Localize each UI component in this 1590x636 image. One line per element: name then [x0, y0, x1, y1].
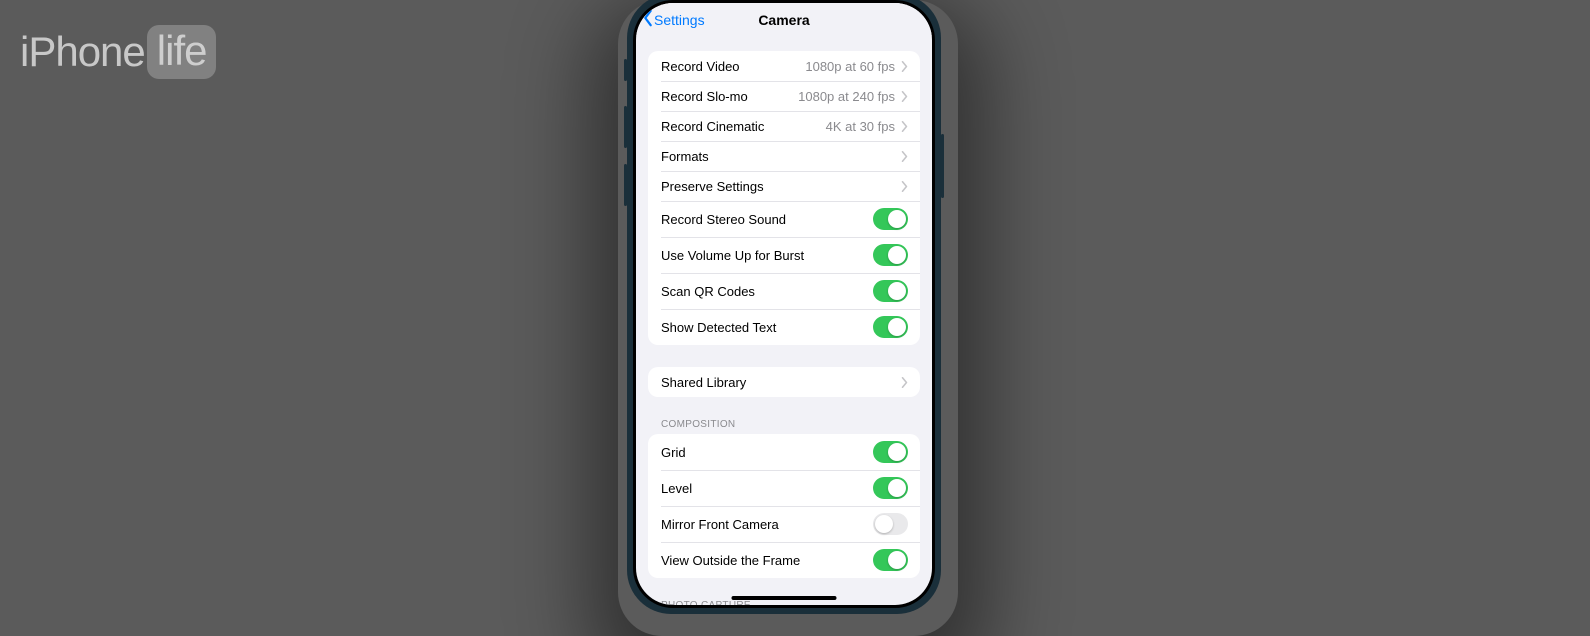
row-label: Formats	[661, 149, 709, 164]
row-right: 1080p at 240 fps	[798, 89, 908, 104]
home-indicator[interactable]	[732, 596, 837, 600]
settings-row[interactable]: Scan QR Codes	[648, 273, 920, 309]
row-right	[901, 377, 908, 388]
row-label: Shared Library	[661, 375, 746, 390]
row-label: Record Stereo Sound	[661, 212, 786, 227]
chevron-right-icon	[901, 61, 908, 72]
settings-row[interactable]: Use Volume Up for Burst	[648, 237, 920, 273]
chevron-right-icon	[901, 377, 908, 388]
settings-group-composition: Grid Level Mirror Front Camera View Outside…	[648, 434, 920, 578]
settings-row[interactable]: Formats	[648, 141, 920, 171]
settings-row[interactable]: Level	[648, 470, 920, 506]
settings-row[interactable]: Preserve Settings	[648, 171, 920, 201]
settings-group-library: Shared Library	[648, 367, 920, 397]
row-right	[873, 244, 908, 266]
brand-logo: iPhonelife	[20, 25, 216, 79]
row-right	[901, 181, 908, 192]
chevron-right-icon	[901, 151, 908, 162]
row-label: Show Detected Text	[661, 320, 776, 335]
phone-bezel: Settings Camera Record Video 1080p at 60 …	[633, 0, 935, 608]
row-right	[873, 441, 908, 463]
volume-down-button	[624, 164, 627, 206]
section-header-composition: COMPOSITION	[661, 419, 907, 430]
settings-group-recording: Record Video 1080p at 60 fps Record Slo-mo…	[648, 51, 920, 345]
section-header-photo-capture: PHOTO CAPTURE	[661, 600, 907, 605]
settings-content: Record Video 1080p at 60 fps Record Slo-mo…	[636, 36, 932, 605]
row-right	[873, 280, 908, 302]
row-label: View Outside the Frame	[661, 553, 800, 568]
logo-suffix: life	[147, 25, 217, 79]
row-label: Record Video	[661, 59, 740, 74]
chevron-right-icon	[901, 91, 908, 102]
settings-row[interactable]: Grid	[648, 434, 920, 470]
back-button[interactable]: Settings	[642, 9, 705, 30]
row-right: 1080p at 60 fps	[805, 59, 908, 74]
row-right: 4K at 30 fps	[826, 119, 908, 134]
toggle-switch[interactable]	[873, 477, 908, 499]
row-right	[873, 513, 908, 535]
row-right	[873, 477, 908, 499]
toggle-switch[interactable]	[873, 244, 908, 266]
settings-row[interactable]: Record Stereo Sound	[648, 201, 920, 237]
toggle-switch[interactable]	[873, 280, 908, 302]
settings-row[interactable]: Record Video 1080p at 60 fps	[648, 51, 920, 81]
settings-row[interactable]: Show Detected Text	[648, 309, 920, 345]
row-right	[901, 151, 908, 162]
row-label: Scan QR Codes	[661, 284, 755, 299]
row-label: Grid	[661, 445, 686, 460]
toggle-knob	[888, 443, 906, 461]
settings-row[interactable]: Shared Library	[648, 367, 920, 397]
chevron-right-icon	[901, 121, 908, 132]
row-value: 1080p at 240 fps	[798, 89, 895, 104]
navigation-bar: Settings Camera	[636, 3, 932, 36]
row-right	[873, 549, 908, 571]
row-label: Record Cinematic	[661, 119, 764, 134]
chevron-left-icon	[642, 9, 654, 30]
settings-row[interactable]: Record Slo-mo 1080p at 240 fps	[648, 81, 920, 111]
row-right	[873, 316, 908, 338]
toggle-switch[interactable]	[873, 208, 908, 230]
row-value: 1080p at 60 fps	[805, 59, 895, 74]
row-value: 4K at 30 fps	[826, 119, 895, 134]
settings-row[interactable]: Mirror Front Camera	[648, 506, 920, 542]
phone-screen: Settings Camera Record Video 1080p at 60 …	[636, 3, 932, 605]
row-label: Mirror Front Camera	[661, 517, 779, 532]
settings-row[interactable]: Record Cinematic 4K at 30 fps	[648, 111, 920, 141]
row-label: Record Slo-mo	[661, 89, 748, 104]
row-label: Preserve Settings	[661, 179, 764, 194]
chevron-right-icon	[901, 181, 908, 192]
power-button	[941, 134, 944, 198]
toggle-knob	[888, 210, 906, 228]
row-right	[873, 208, 908, 230]
settings-row[interactable]: View Outside the Frame	[648, 542, 920, 578]
toggle-knob	[888, 479, 906, 497]
volume-up-button	[624, 106, 627, 148]
toggle-switch[interactable]	[873, 316, 908, 338]
mute-switch	[624, 59, 627, 81]
logo-brand: iPhone	[20, 28, 145, 76]
toggle-switch[interactable]	[873, 441, 908, 463]
row-label: Use Volume Up for Burst	[661, 248, 804, 263]
toggle-switch[interactable]	[873, 549, 908, 571]
toggle-knob	[888, 318, 906, 336]
row-label: Level	[661, 481, 692, 496]
toggle-knob	[888, 551, 906, 569]
back-label: Settings	[654, 12, 705, 28]
toggle-knob	[888, 246, 906, 264]
phone-frame: Settings Camera Record Video 1080p at 60 …	[627, 0, 941, 614]
toggle-knob	[875, 515, 893, 533]
page-title: Camera	[758, 12, 809, 28]
toggle-switch[interactable]	[873, 513, 908, 535]
toggle-knob	[888, 282, 906, 300]
